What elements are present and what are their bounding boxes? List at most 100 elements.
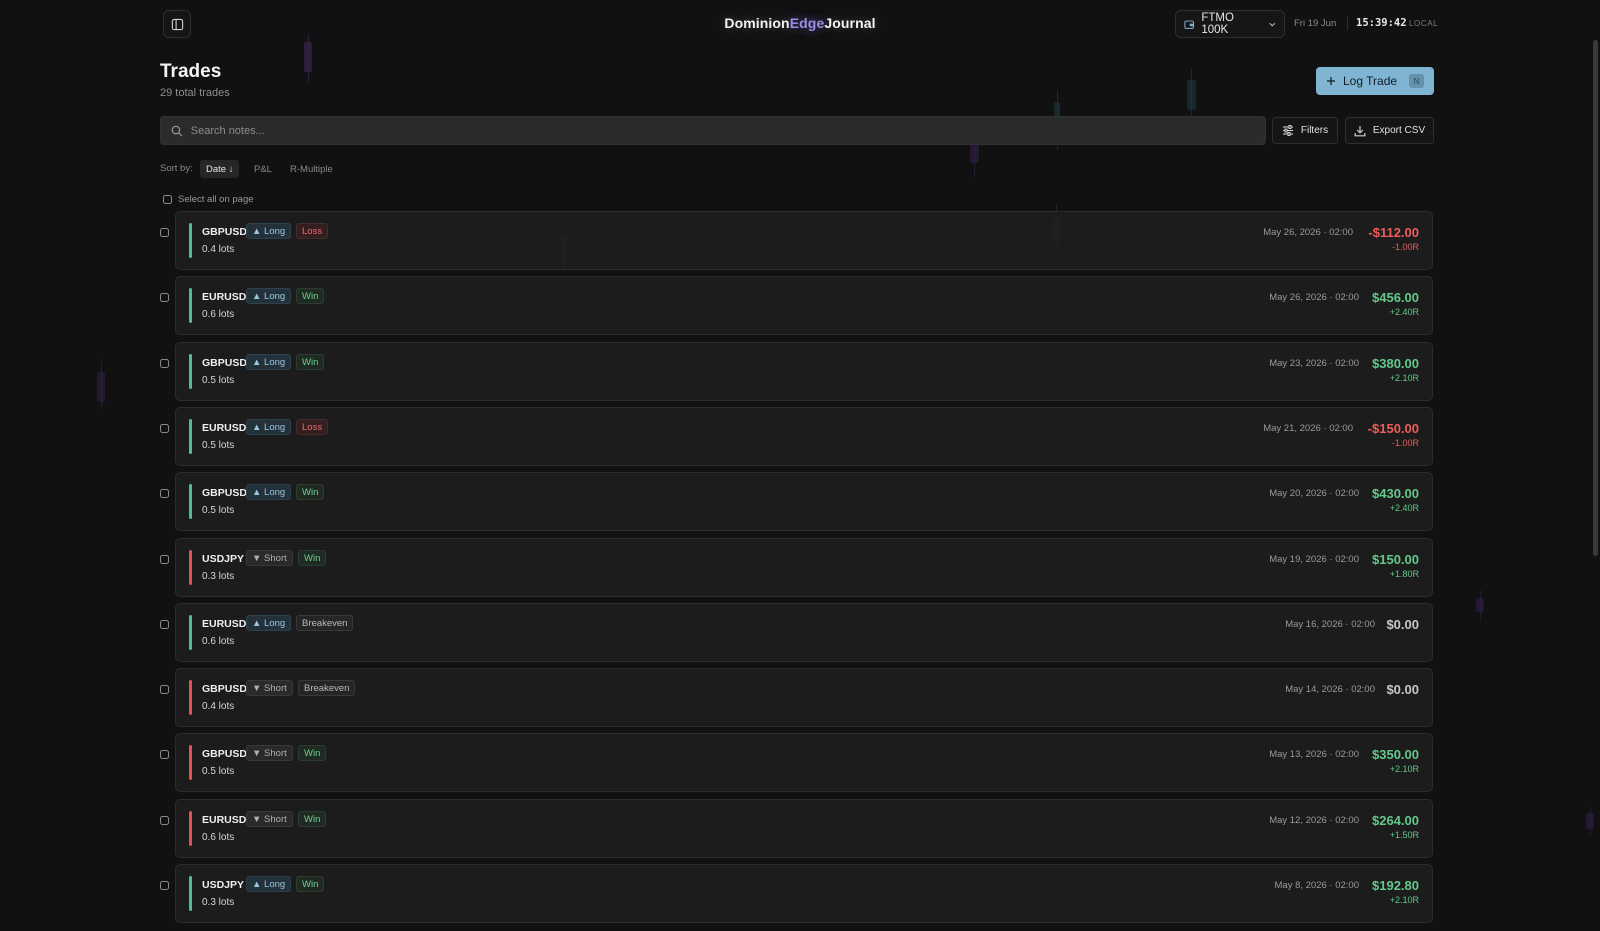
direction-badge: ▲ Long — [246, 288, 292, 304]
direction-indicator-bar — [189, 354, 192, 389]
row-checkbox[interactable] — [160, 293, 169, 302]
row-checkbox[interactable] — [160, 881, 169, 890]
sidebar-toggle-button[interactable] — [163, 10, 191, 38]
trade-lots: 0.3 lots — [202, 571, 235, 582]
trade-datetime: May 12, 2026 · 02:00 — [1269, 815, 1359, 826]
trade-lots: 0.3 lots — [202, 897, 235, 908]
trade-datetime: May 20, 2026 · 02:00 — [1269, 488, 1359, 499]
direction-badge: ▼ Short — [246, 811, 293, 827]
trade-card[interactable]: GBPUSD 0.4 lots ▼ Short Breakeven May 14, 20… — [175, 668, 1433, 727]
trade-lots: 0.6 lots — [202, 636, 235, 647]
trade-lots: 0.5 lots — [202, 505, 235, 516]
trade-card[interactable]: USDJPY 0.3 lots ▲ Long Win May 8, 2026 · 02:… — [175, 864, 1433, 923]
account-label: FTMO 100K — [1201, 12, 1234, 36]
chevron-down-icon — [1268, 22, 1275, 26]
filters-label: Filters — [1300, 125, 1329, 136]
header-date: Fri 19 Jun — [1294, 18, 1337, 29]
result-badge: Win — [296, 354, 325, 370]
direction-indicator-bar — [189, 876, 192, 911]
row-checkbox[interactable] — [160, 555, 169, 564]
table-row: GBPUSD 0.4 lots ▲ Long Loss May 26, 2026 · 0… — [0, 211, 1600, 270]
result-badge: Win — [296, 484, 325, 500]
select-all-row: Select all on page — [163, 194, 254, 205]
select-all-label: Select all on page — [178, 194, 254, 205]
row-checkbox[interactable] — [160, 228, 169, 237]
direction-badge: ▲ Long — [246, 615, 292, 631]
trade-symbol: USDJPY — [202, 879, 245, 891]
search-bar[interactable] — [160, 116, 1266, 145]
trade-pnl: $350.00 — [1372, 747, 1419, 762]
row-checkbox[interactable] — [160, 816, 169, 825]
account-selector[interactable]: FTMO 100K — [1175, 10, 1285, 38]
trade-symbol: EURUSD — [202, 422, 247, 434]
shortcut-badge: N — [1409, 74, 1424, 88]
sliders-icon — [1282, 125, 1293, 136]
plus-icon — [1327, 77, 1335, 85]
wallet-icon — [1184, 20, 1194, 29]
trade-r-multiple: +2.10R — [1389, 373, 1419, 383]
scrollbar[interactable] — [1593, 40, 1598, 556]
direction-badge: ▼ Short — [246, 745, 293, 761]
panel-left-icon — [171, 18, 183, 30]
export-label: Export CSV — [1372, 125, 1426, 136]
trade-datetime: May 16, 2026 · 02:00 — [1285, 619, 1375, 630]
trade-card[interactable]: USDJPY 0.3 lots ▼ Short Win May 19, 2026 · 0… — [175, 538, 1433, 597]
trade-pnl: $264.00 — [1372, 813, 1419, 828]
sort-option-date[interactable]: Date ↓ — [200, 160, 240, 178]
trade-r-multiple: +1.80R — [1389, 569, 1419, 579]
select-all-checkbox[interactable] — [163, 195, 172, 204]
header-clock: 15:39:42 — [1356, 17, 1407, 29]
trade-lots: 0.5 lots — [202, 766, 235, 777]
sort-option-pnl[interactable]: P&L — [248, 160, 278, 178]
row-checkbox[interactable] — [160, 359, 169, 368]
result-badge: Breakeven — [296, 615, 354, 631]
table-row: USDJPY 0.3 lots ▼ Short Win May 19, 2026 · 0… — [0, 538, 1600, 597]
trade-datetime: May 26, 2026 · 02:00 — [1269, 292, 1359, 303]
result-badge: Loss — [296, 419, 329, 435]
page-title: Trades — [160, 61, 222, 82]
result-badge: Breakeven — [298, 680, 356, 696]
direction-indicator-bar — [189, 680, 192, 715]
result-badge: Loss — [296, 223, 329, 239]
direction-badge: ▲ Long — [246, 484, 292, 500]
export-csv-button[interactable]: Export CSV — [1345, 117, 1434, 144]
trade-r-multiple: -1.00R — [1391, 242, 1419, 252]
row-checkbox[interactable] — [160, 685, 169, 694]
direction-indicator-bar — [189, 550, 192, 585]
filters-button[interactable]: Filters — [1272, 117, 1338, 144]
direction-badge: ▲ Long — [246, 419, 292, 435]
trade-datetime: May 14, 2026 · 02:00 — [1285, 684, 1375, 695]
trade-card[interactable]: GBPUSD 0.5 lots ▼ Short Win May 13, 2026 · 0… — [175, 733, 1433, 792]
table-row: EURUSD 0.6 lots ▼ Short Win May 12, 2026 · 0… — [0, 799, 1600, 858]
trade-card[interactable]: GBPUSD 0.4 lots ▲ Long Loss May 26, 2026 · 0… — [175, 211, 1433, 270]
row-checkbox[interactable] — [160, 489, 169, 498]
table-row: GBPUSD 0.5 lots ▲ Long Win May 20, 2026 · 02… — [0, 472, 1600, 531]
trade-lots: 0.4 lots — [202, 701, 235, 712]
row-checkbox[interactable] — [160, 424, 169, 433]
trade-datetime: May 8, 2026 · 02:00 — [1274, 880, 1360, 891]
direction-indicator-bar — [189, 419, 192, 454]
log-trade-label: Log Trade — [1343, 74, 1398, 88]
trade-card[interactable]: EURUSD 0.6 lots ▲ Long Win May 26, 2026 · 02… — [175, 276, 1433, 335]
trade-card[interactable]: GBPUSD 0.5 lots ▲ Long Win May 23, 2026 · 02… — [175, 342, 1433, 401]
trade-r-multiple: +2.10R — [1389, 764, 1419, 774]
trade-pnl: -$150.00 — [1367, 421, 1419, 436]
row-checkbox[interactable] — [160, 620, 169, 629]
trade-symbol: GBPUSD — [202, 487, 247, 499]
trade-card[interactable]: EURUSD 0.6 lots ▲ Long Breakeven May 16, 202… — [175, 603, 1433, 662]
trade-card[interactable]: GBPUSD 0.5 lots ▲ Long Win May 20, 2026 · 02… — [175, 472, 1433, 531]
trade-symbol: EURUSD — [202, 618, 247, 630]
trade-card[interactable]: EURUSD 0.6 lots ▼ Short Win May 12, 2026 · 0… — [175, 799, 1433, 858]
trade-lots: 0.4 lots — [202, 244, 235, 255]
trade-card[interactable]: EURUSD 0.5 lots ▲ Long Loss May 21, 2026 · 0… — [175, 407, 1433, 466]
trade-symbol: GBPUSD — [202, 748, 247, 760]
trade-pnl: $150.00 — [1372, 552, 1419, 567]
log-trade-button[interactable]: Log Trade N — [1316, 67, 1434, 95]
row-checkbox[interactable] — [160, 750, 169, 759]
table-row: EURUSD 0.6 lots ▲ Long Breakeven May 16, 202… — [0, 603, 1600, 662]
sort-option-r-multiple[interactable]: R-Multiple — [284, 160, 339, 178]
divider — [1347, 16, 1348, 30]
search-input[interactable] — [190, 124, 1255, 137]
direction-indicator-bar — [189, 288, 192, 323]
trade-pnl: $192.80 — [1372, 878, 1419, 893]
